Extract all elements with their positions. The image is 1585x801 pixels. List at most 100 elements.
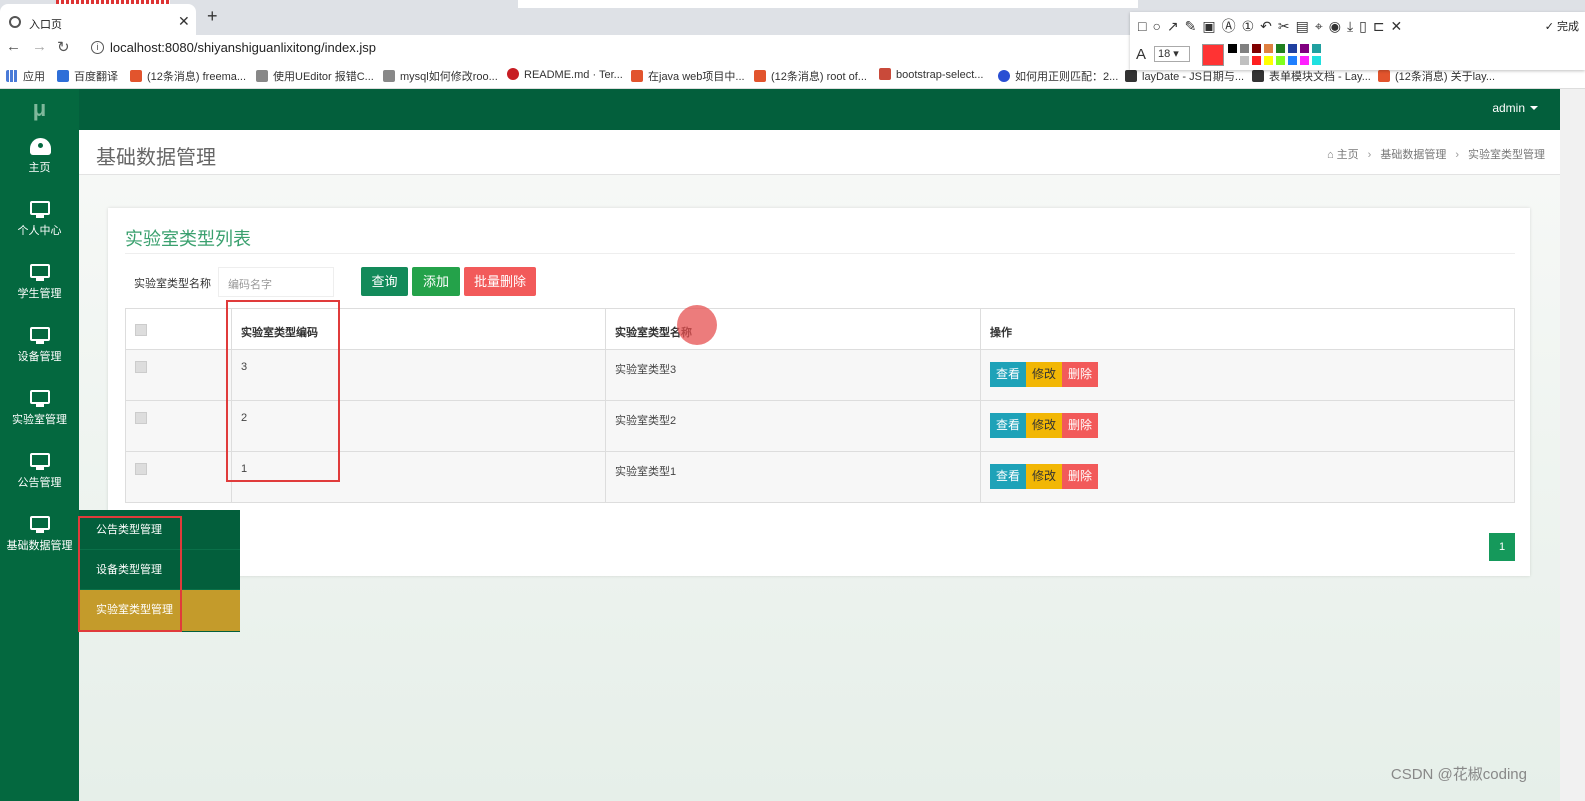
font-size-value: 18 xyxy=(1158,48,1171,60)
bookmark-item[interactable]: mysql如何修改roo... xyxy=(383,68,498,84)
url-field[interactable]: localhost:8080/shiyanshiguanlixitong/ind… xyxy=(110,40,376,55)
sidebar-item-labs[interactable]: 实验室管理 xyxy=(0,382,79,445)
monitor-icon xyxy=(29,390,50,407)
bookmark-item[interactable]: 如何用正则匹配：2... xyxy=(998,68,1118,84)
bookmark-item[interactable]: 在java web项目中... xyxy=(631,68,745,84)
color-swatch[interactable] xyxy=(1276,56,1285,65)
browser-tab[interactable]: 入口页 ✕ xyxy=(0,4,196,35)
bookmark-apps[interactable]: 应用 xyxy=(6,68,45,84)
font-size-select[interactable]: 18 ▾ xyxy=(1154,46,1190,62)
screenshot-tool-icons[interactable]: □○↗✎▣Ⓐ①↶✂▤⌖◉⤓▯⊏✕ xyxy=(1138,16,1408,36)
bookmark-item[interactable]: 百度翻译 xyxy=(57,68,118,84)
delete-button[interactable]: 删除 xyxy=(1062,464,1099,489)
color-swatch[interactable] xyxy=(1300,56,1309,65)
edit-button[interactable]: 修改 xyxy=(1026,362,1063,387)
card-divider xyxy=(125,253,1515,254)
view-button[interactable]: 查看 xyxy=(990,362,1027,387)
query-button[interactable]: 查询 xyxy=(361,267,408,296)
info-icon[interactable]: i xyxy=(91,41,104,54)
color-swatch[interactable] xyxy=(1228,44,1237,53)
current-color-swatch[interactable] xyxy=(1202,44,1224,66)
view-button[interactable]: 查看 xyxy=(990,413,1027,438)
monitor-icon xyxy=(29,453,50,470)
back-button[interactable]: ← xyxy=(6,38,21,55)
color-swatch[interactable] xyxy=(1264,56,1273,65)
column-header: 操作 xyxy=(980,308,1515,350)
submenu-lab-types[interactable]: 实验室类型管理 xyxy=(79,590,240,631)
sidebar-item-students[interactable]: 学生管理 xyxy=(0,256,79,319)
sidebar-item-basic-data[interactable]: 基础数据管理 xyxy=(0,508,79,571)
monitor-icon xyxy=(29,201,50,218)
app-window: μ admin 主页 个人中心 学生管理 设备管理 实验室管理 公告管理 基础数… xyxy=(0,89,1560,801)
edit-button[interactable]: 修改 xyxy=(1026,464,1063,489)
sidebar-item-notices[interactable]: 公告管理 xyxy=(0,445,79,508)
page-header: 基础数据管理 ⌂ 主页 › 基础数据管理 › 实验室类型管理 xyxy=(79,130,1560,175)
top-navbar: μ admin xyxy=(0,89,1560,130)
search-input[interactable]: 编码名字 xyxy=(218,267,334,297)
close-icon[interactable]: ✕ xyxy=(178,13,190,30)
sidebar-item-label: 主页 xyxy=(28,162,51,174)
color-swatch[interactable] xyxy=(1264,44,1273,53)
sidebar: 主页 个人中心 学生管理 设备管理 实验室管理 公告管理 基础数据管理 xyxy=(0,130,79,801)
csdn-icon xyxy=(631,70,643,82)
color-swatch[interactable] xyxy=(1312,56,1321,65)
sidebar-item-home[interactable]: 主页 xyxy=(0,130,79,193)
color-swatch[interactable] xyxy=(1312,44,1321,53)
color-swatch[interactable] xyxy=(1252,44,1261,53)
content-area: 实验室类型列表 实验室类型名称 编码名字 查询 添加 批量删除 实验室类型编码 … xyxy=(79,175,1560,801)
row-checkbox[interactable] xyxy=(135,412,147,424)
bookmark-label: 如何用正则匹配：2... xyxy=(1015,71,1119,83)
bookmark-item[interactable]: 使用UEditor 报错C... xyxy=(256,68,374,84)
submenu-notice-types[interactable]: 公告类型管理 xyxy=(79,510,240,550)
select-all-cell xyxy=(125,308,232,350)
bookmark-item[interactable]: bootstrap-select... xyxy=(879,68,983,81)
forward-button[interactable]: → xyxy=(32,38,47,55)
bookmark-label: layDate - JS日期与... xyxy=(1142,71,1245,83)
bookmark-item[interactable]: (12条消息) 关于lay... xyxy=(1378,68,1495,84)
tab-strip xyxy=(518,0,1138,8)
color-swatch[interactable] xyxy=(1300,44,1309,53)
sidebar-item-profile[interactable]: 个人中心 xyxy=(0,193,79,256)
color-swatch[interactable] xyxy=(1288,44,1297,53)
row-select-cell xyxy=(125,400,232,452)
bookmark-item[interactable]: (12条消息) freema... xyxy=(130,68,246,84)
pagination-page-1[interactable]: 1 xyxy=(1489,533,1515,561)
watermark: CSDN @花椒coding xyxy=(1390,766,1527,783)
caret-down-icon xyxy=(1530,106,1538,110)
breadcrumb-home[interactable]: 主页 xyxy=(1337,149,1359,161)
color-swatch[interactable] xyxy=(1252,56,1261,65)
delete-button[interactable]: 删除 xyxy=(1062,362,1099,387)
select-all-checkbox[interactable] xyxy=(135,324,147,336)
done-button[interactable]: ✓ 完成 xyxy=(1545,18,1579,34)
lab-type-name: 实验室类型1 xyxy=(605,451,981,503)
sidebar-item-label: 基础数据管理 xyxy=(6,540,73,552)
breadcrumb-current: 实验室类型管理 xyxy=(1468,149,1545,161)
lab-type-name: 实验室类型3 xyxy=(605,349,981,401)
color-swatch[interactable] xyxy=(1228,56,1237,65)
text-tool-icon[interactable]: A xyxy=(1136,46,1146,63)
monitor-icon xyxy=(29,516,50,533)
color-swatch[interactable] xyxy=(1288,56,1297,65)
color-swatch[interactable] xyxy=(1240,44,1249,53)
new-tab-button[interactable]: + xyxy=(207,6,218,27)
bookmark-item[interactable]: 表单模块文档 - Lay... xyxy=(1252,68,1371,84)
color-swatch[interactable] xyxy=(1240,56,1249,65)
bookmark-item[interactable]: README.md · Ter... xyxy=(507,68,623,81)
edit-button[interactable]: 修改 xyxy=(1026,413,1063,438)
breadcrumb-basic-data[interactable]: 基础数据管理 xyxy=(1380,149,1446,161)
user-name: admin xyxy=(1492,101,1525,115)
submenu-device-types[interactable]: 设备类型管理 xyxy=(79,550,240,590)
row-checkbox[interactable] xyxy=(135,361,147,373)
delete-button[interactable]: 删除 xyxy=(1062,413,1099,438)
page-scrollbar[interactable] xyxy=(1560,89,1585,801)
bookmark-item[interactable]: layDate - JS日期与... xyxy=(1125,68,1244,84)
user-menu[interactable]: admin xyxy=(1492,101,1538,115)
bookmark-item[interactable]: (12条消息) root of... xyxy=(754,68,867,84)
batch-delete-button[interactable]: 批量删除 xyxy=(464,267,536,296)
add-button[interactable]: 添加 xyxy=(412,267,460,296)
color-swatch[interactable] xyxy=(1276,44,1285,53)
view-button[interactable]: 查看 xyxy=(990,464,1027,489)
sidebar-item-devices[interactable]: 设备管理 xyxy=(0,319,79,382)
reload-button[interactable]: ↻ xyxy=(57,38,70,56)
row-checkbox[interactable] xyxy=(135,463,147,475)
